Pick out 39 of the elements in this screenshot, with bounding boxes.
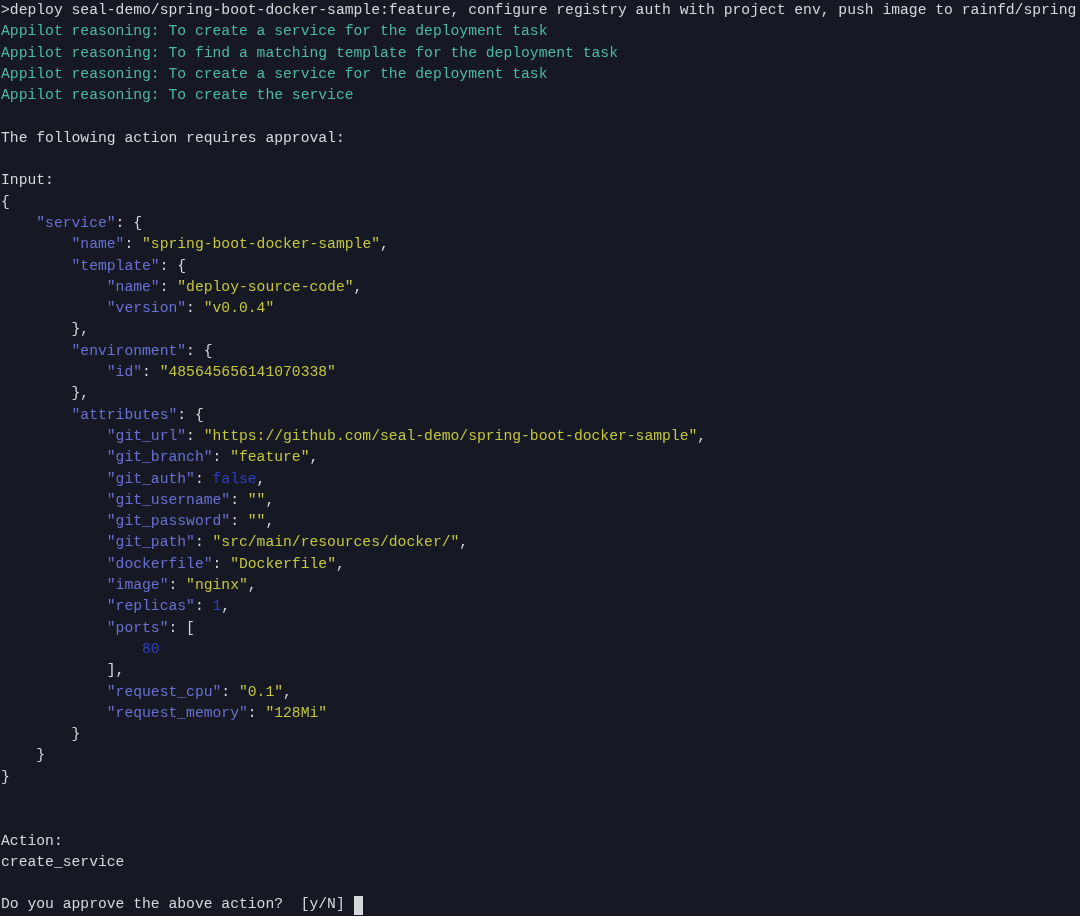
terminal-line: "git_username": "",: [106, 490, 275, 510]
terminal-line: Appilot reasoning: To create a service for the deployment task: [1, 64, 548, 84]
terminal-line: Appilot reasoning: To create a service for the deployment task: [1, 22, 548, 42]
prompt-text: Do you approve the above action? [y/N]: [1, 895, 346, 915]
terminal-line: Appilot reasoning: To find a matching template for the deployment task: [1, 43, 618, 63]
terminal-line: "service": {: [36, 213, 143, 233]
terminal-line: }: [71, 725, 81, 745]
terminal-line: "template": {: [71, 256, 187, 276]
terminal-line: "image": "nginx",: [106, 576, 257, 595]
text-cursor: [353, 895, 363, 915]
terminal-line: "request_memory": "128Mi": [106, 703, 328, 723]
terminal-line: "attributes": {: [71, 405, 204, 425]
terminal-line: The following action requires approval:: [1, 128, 345, 148]
terminal-line: "version": "v0.0.4": [106, 299, 275, 319]
terminal-line: "git_password": "",: [106, 512, 275, 532]
terminal-line: "dockerfile": "Dockerfile",: [106, 554, 345, 574]
terminal-line: "name": "deploy-source-code",: [106, 277, 363, 297]
terminal-line: },: [71, 320, 90, 340]
terminal-line: "name": "spring-boot-docker-sample",: [71, 235, 389, 255]
terminal-line: Appilot reasoning: To create the service: [1, 86, 354, 106]
terminal-line: >deploy seal-demo/spring-boot-docker-sample:feature, configure registry auth with project env, push image to rainfd/spring: [1, 1, 1077, 20]
terminal-line: "request_cpu": "0.1",: [106, 682, 292, 702]
terminal-line: "id": "485645656141070338": [106, 363, 336, 383]
terminal-line: "environment": {: [71, 341, 213, 361]
terminal-line: "ports": [: [106, 618, 195, 638]
terminal-line: Input:: [1, 171, 54, 191]
terminal-line: ],: [106, 661, 125, 681]
terminal-line: Action:: [1, 831, 63, 851]
terminal-line: "git_url": "https://github.com/seal-demo/spring-boot-docker-sample",: [106, 426, 707, 446]
terminal-line: {: [1, 192, 10, 212]
terminal-line: }: [36, 746, 46, 766]
terminal-line: "git_auth": false,: [106, 469, 266, 489]
terminal-line: "git_path": "src/main/resources/docker/",: [106, 533, 469, 553]
terminal-line: create_service: [1, 852, 125, 872]
terminal-line: "replicas": 1,: [106, 597, 231, 617]
terminal-line: },: [71, 384, 90, 404]
terminal-line: 80: [142, 639, 160, 659]
terminal-line: }: [1, 767, 10, 787]
terminal-line: "git_branch": "feature",: [106, 448, 319, 468]
